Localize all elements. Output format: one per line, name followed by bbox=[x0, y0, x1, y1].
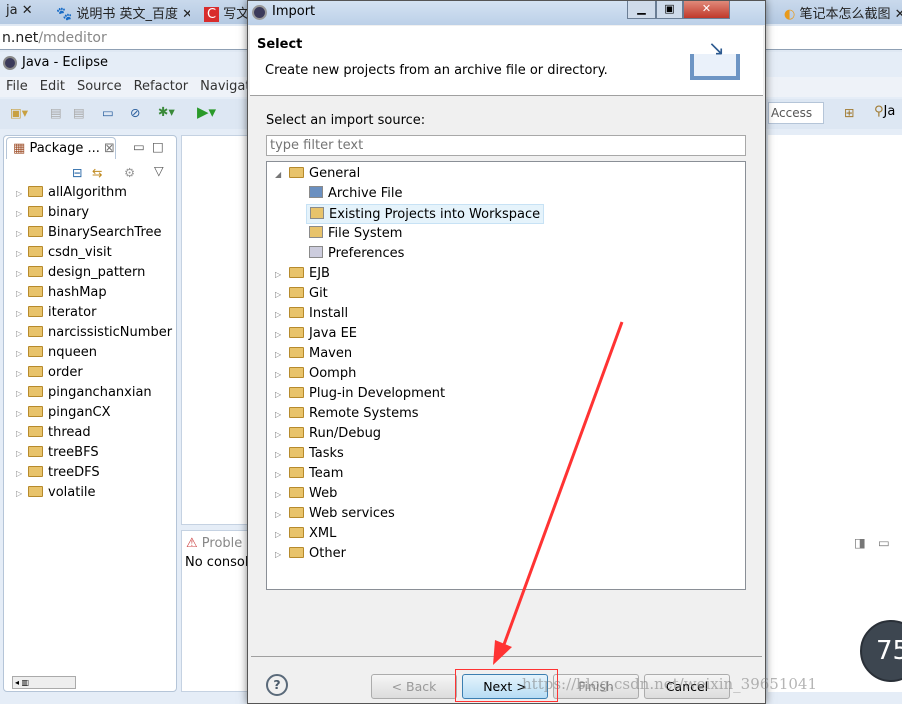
annotation-arrow bbox=[493, 321, 624, 665]
arrow-line bbox=[500, 321, 624, 651]
watermark: https://blog.csdn.net/weixin_39651041 bbox=[522, 675, 818, 693]
arrow-head bbox=[493, 640, 512, 665]
